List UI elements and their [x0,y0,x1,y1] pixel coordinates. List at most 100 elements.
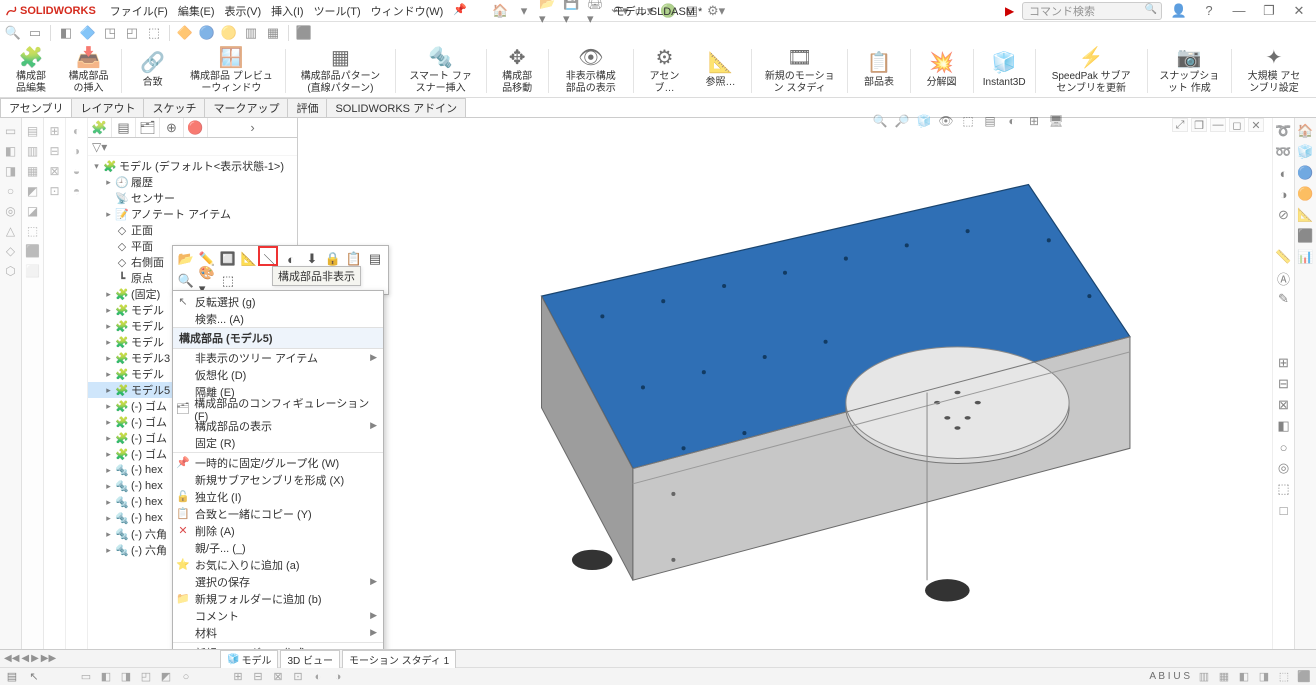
lt-icon[interactable]: △ [2,222,20,240]
tree-item[interactable]: (-) ゴム [131,398,167,414]
lt-icon[interactable]: ◓ [68,182,86,200]
tree-item[interactable]: (-) hex [131,464,163,476]
tree-item[interactable]: (-) 六角 [131,526,167,542]
tabnav-icon[interactable]: ◀ [21,653,29,664]
menu-view[interactable]: 表示(V) [221,1,266,21]
cm-invert-select[interactable]: ↖反転選択 (g) [173,293,383,310]
rb-move-component[interactable]: ✥構成部品移動 [492,45,542,96]
tree-item[interactable]: モデル [131,334,164,350]
sb-icon[interactable]: ○ [178,669,194,685]
tree-item[interactable]: (-) hex [131,480,163,492]
sb-icon[interactable]: ◨ [118,669,134,685]
lt-icon[interactable]: ▭ [2,122,20,140]
qa-icon[interactable]: 🔷 [79,24,97,42]
qa-icon[interactable]: ◧ [57,24,75,42]
doc-tab-motion[interactable]: モーション スタディ 1 [342,650,456,668]
tree-origin[interactable]: 原点 [131,270,153,286]
lt-icon[interactable]: ◪ [24,202,42,220]
lt-icon[interactable]: ◐ [68,122,86,140]
rt-icon[interactable]: Ⓐ [1275,269,1293,287]
rt-icon[interactable]: ⊞ [1275,354,1293,372]
rt-icon[interactable]: ◐ [1275,164,1293,182]
cm-tab-addin[interactable]: SOLIDWORKS アドイン [326,98,466,117]
tree-tab-property-icon[interactable]: ▤ [112,118,136,137]
rt-icon[interactable]: 📐 [1297,206,1315,224]
sb-icon[interactable]: ▭ [78,669,94,685]
rb-reference[interactable]: 📐参照… [695,51,745,91]
tabnav-icon[interactable]: ▶ [31,653,39,664]
rt-icon[interactable]: ○ [1275,438,1293,456]
rb-mate[interactable]: 🔗合致 [128,51,178,91]
menu-file[interactable]: ファイル(F) [106,1,172,21]
rt-icon[interactable]: 📊 [1297,248,1315,266]
cm-tab-markup[interactable]: マークアップ [204,98,288,117]
tree-root[interactable]: モデル (デフォルト<表示状態-1>) [119,158,284,174]
close-icon[interactable]: ✕ [1286,2,1312,20]
lt-icon[interactable]: ⊟ [46,142,64,160]
tree-item-selected[interactable]: モデル5 [131,382,170,398]
tree-item[interactable]: (-) hex [131,496,163,508]
sb-icon[interactable]: ⊞ [230,669,246,685]
tree-tab-config-icon[interactable]: 🗂 [136,118,160,137]
rt-icon[interactable]: ➿ [1275,143,1293,161]
rt-icon[interactable]: ⬚ [1275,480,1293,498]
lt-icon[interactable]: ◧ [2,142,20,160]
rt-icon[interactable]: ⬛ [1297,227,1315,245]
help-icon[interactable]: ? [1196,2,1222,20]
sb-icon[interactable]: ◧ [98,669,114,685]
tree-item[interactable]: (-) ゴム [131,414,167,430]
tabnav-icon[interactable]: ▶▶ [41,653,56,664]
qa-icon[interactable]: ⬛ [295,24,313,42]
sb-icon[interactable]: ◰ [138,669,154,685]
qa-icon[interactable]: ◳ [101,24,119,42]
rb-show-hidden[interactable]: 👁非表示構成 部品の表示 [555,45,627,96]
lt-icon[interactable]: ▦ [24,162,42,180]
menu-tools[interactable]: ツール(T) [310,1,365,21]
rt-icon[interactable]: ⊠ [1275,396,1293,414]
rb-instant3d[interactable]: 🧊Instant3D [979,51,1029,91]
sb-icon[interactable]: ◐ [310,669,326,685]
menu-pin-icon[interactable]: 📌 [449,1,471,21]
minimize-icon[interactable]: — [1226,2,1252,20]
rt-icon[interactable]: ➰ [1275,122,1293,140]
cm-hidden-tree[interactable]: 非表示のツリー アイテム▶ [173,349,383,366]
lt-icon[interactable]: ⬡ [2,262,20,280]
qa-icon[interactable]: 🔶 [176,24,194,42]
menu-window[interactable]: ウィンドウ(W) [367,1,448,21]
rb-edit-component[interactable]: 🧩構成部 品編集 [6,45,56,96]
qa-icon[interactable]: ▥ [242,24,260,42]
cm-comment[interactable]: コメント▶ [173,607,383,624]
cm-add-to-folder[interactable]: 📁新規フォルダーに追加 (b) [173,590,383,607]
sb-icon[interactable]: ▥ [1196,669,1212,685]
cm-delete[interactable]: ✕削除 (A) [173,522,383,539]
rt-icon[interactable]: ◧ [1275,417,1293,435]
qa-icon[interactable]: ▭ [26,24,44,42]
lt-icon[interactable]: ◨ [2,162,20,180]
rt-icon[interactable]: ◑ [1275,185,1293,203]
tree-item[interactable]: モデル [131,318,164,334]
sb-icon[interactable]: ↖ [26,669,42,685]
cm-form-subasm[interactable]: 新規サブアセンブリを形成 (X) [173,471,383,488]
cm-tab-evaluate[interactable]: 評価 [287,98,327,117]
tree-annot[interactable]: アノテート アイテム [131,206,231,222]
tree-plane-top[interactable]: 平面 [131,238,153,254]
user-icon[interactable]: 👤 [1166,2,1192,20]
qa-icon[interactable]: 🟡 [220,24,238,42]
rt-icon[interactable]: □ [1275,501,1293,519]
restore-icon[interactable]: ❐ [1256,2,1282,20]
sb-icon[interactable]: ⬛ [1296,669,1312,685]
rt-icon[interactable]: 🔵 [1297,164,1315,182]
rb-snapshot[interactable]: 📷スナップショット 作成 [1153,45,1225,96]
cm-search[interactable]: 検索... (A) [173,310,383,327]
ctx-normal-icon[interactable]: 📐 [240,250,258,268]
lt-icon[interactable]: ◩ [24,182,42,200]
tree-item[interactable]: (-) ゴム [131,446,167,462]
ctx-view-icon[interactable]: 🔲 [219,250,237,268]
cm-config[interactable]: 🗂構成部品のコンフィギュレーション (F) [173,400,383,417]
rt-icon[interactable]: 🟠 [1297,185,1315,203]
lt-icon[interactable]: ⊡ [46,182,64,200]
ctx-open-icon[interactable]: 📂 [177,250,195,268]
rt-icon[interactable]: ⊟ [1275,375,1293,393]
rb-linear-pattern[interactable]: ▦構成部品パターン(直線パターン) [292,45,389,96]
rb-motion-study[interactable]: 🎞新規のモーション スタディ [758,45,841,96]
